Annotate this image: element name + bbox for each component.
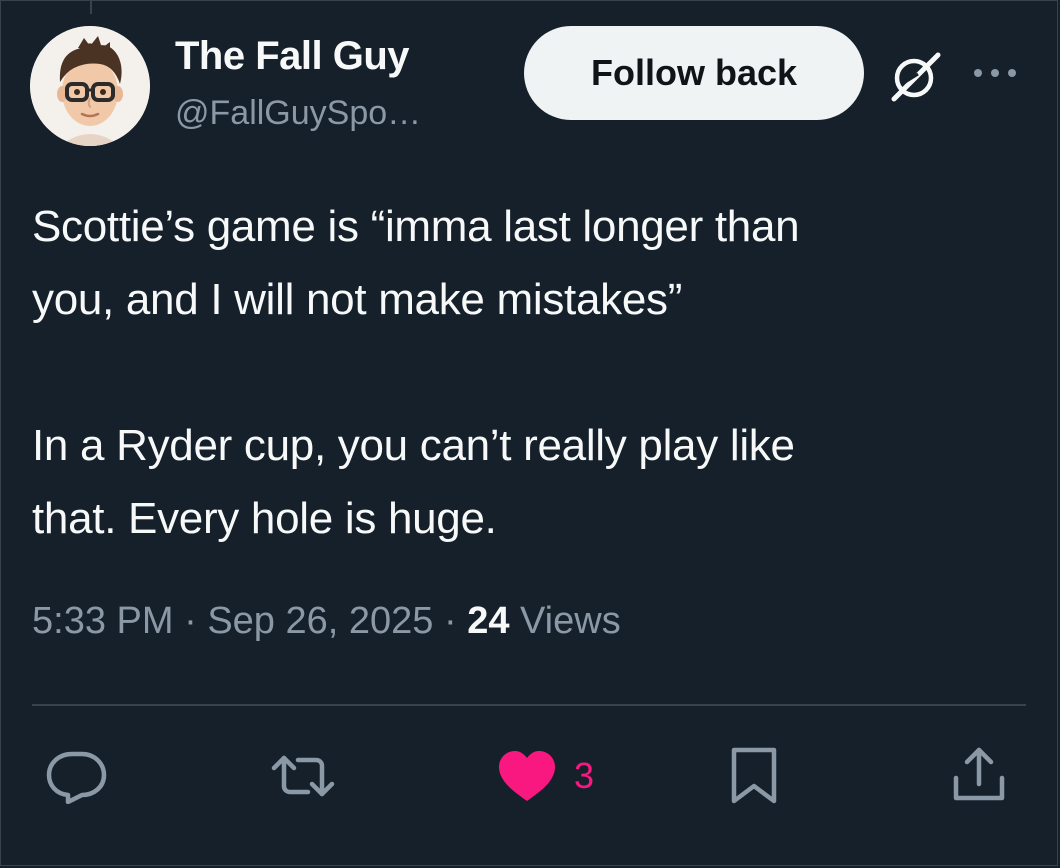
thread-connector-line	[90, 0, 92, 14]
meta-separator: ·	[433, 600, 468, 642]
tweet-line: you, and I will not make mistakes”	[32, 275, 683, 324]
views-count[interactable]: 24	[467, 600, 509, 642]
bookmark-button[interactable]	[728, 746, 780, 806]
author-display-name[interactable]: The Fall Guy	[175, 34, 410, 79]
tweet-line: In a Ryder cup, you can’t really play li…	[32, 421, 795, 470]
retweet-icon	[268, 748, 338, 804]
grok-icon[interactable]	[888, 50, 944, 102]
tweet-meta: 5:33 PM · Sep 26, 2025 · 24 Views	[32, 600, 621, 643]
tweet-line: that. Every hole is huge.	[32, 494, 497, 543]
views-label: Views	[509, 600, 621, 642]
share-button[interactable]	[950, 746, 1008, 806]
tweet-text: Scottie’s game is “imma last longer than…	[32, 190, 1032, 555]
author-avatar[interactable]	[30, 26, 150, 146]
reply-button[interactable]	[44, 748, 110, 804]
retweet-button[interactable]	[268, 748, 338, 804]
tweet-time[interactable]: 5:33 PM	[32, 600, 174, 642]
heart-icon	[496, 748, 558, 804]
more-icon[interactable]	[968, 58, 1022, 88]
tweet-line: Scottie’s game is “imma last longer than	[32, 202, 800, 251]
follow-back-button[interactable]: Follow back	[524, 26, 864, 120]
like-count: 3	[574, 755, 595, 796]
tweet-date[interactable]: Sep 26, 2025	[207, 600, 433, 642]
bookmark-icon	[728, 746, 780, 806]
divider	[32, 704, 1026, 706]
author-handle[interactable]: @FallGuySpo…	[175, 94, 421, 133]
avatar-image	[30, 26, 150, 146]
reply-icon	[44, 748, 110, 804]
share-icon	[950, 746, 1008, 806]
meta-separator: ·	[173, 600, 208, 642]
like-button[interactable]: 3	[496, 748, 594, 804]
